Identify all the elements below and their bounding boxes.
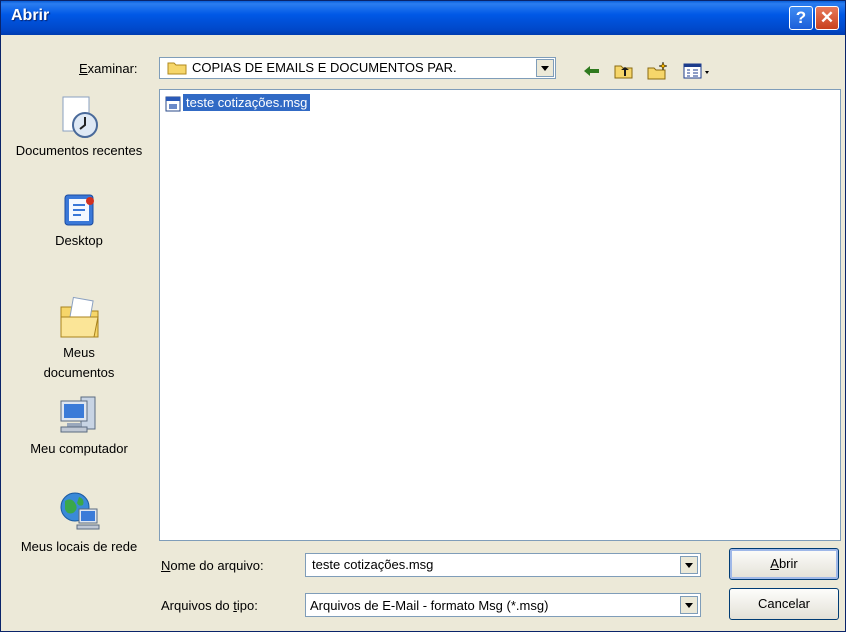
- title-bar[interactable]: Abrir ? ✕: [1, 1, 845, 35]
- close-button[interactable]: ✕: [815, 6, 839, 30]
- lookin-value: COPIAS DE EMAILS E DOCUMENTOS PAR.: [192, 60, 457, 75]
- window-title: Abrir: [11, 7, 50, 24]
- msg-file-icon: [165, 96, 181, 112]
- desktop-icon: [64, 194, 94, 226]
- help-button[interactable]: ?: [789, 6, 813, 30]
- filetype-value: Arquivos de E-Mail - formato Msg (*.msg): [310, 598, 549, 613]
- network-places-icon: [60, 492, 100, 530]
- place-label: Meus documentos: [43, 345, 115, 380]
- place-recent-documents[interactable]: Documentos recentes: [11, 93, 147, 161]
- create-new-folder-icon[interactable]: [646, 61, 668, 81]
- my-documents-icon: [60, 296, 99, 338]
- filetype-combo[interactable]: Arquivos de E-Mail - formato Msg (*.msg): [305, 593, 701, 617]
- up-one-level-icon[interactable]: [613, 61, 635, 81]
- place-my-computer[interactable]: Meu computador: [11, 393, 147, 459]
- place-label: Documentos recentes: [15, 143, 143, 158]
- lookin-dropdown-button[interactable]: [536, 59, 554, 77]
- place-desktop[interactable]: Desktop: [11, 191, 147, 251]
- open-dialog: Abrir ? ✕ Examinar: COPIAS DE EMAILS E D…: [0, 0, 846, 632]
- lookin-label: Examinar:: [79, 61, 138, 76]
- place-label: Meu computador: [30, 441, 128, 456]
- file-name: teste cotizações.msg: [181, 93, 312, 112]
- folder-icon: [167, 62, 187, 75]
- place-label: Meus locais de rede: [20, 539, 138, 554]
- my-computer-icon: [60, 396, 96, 433]
- filename-input[interactable]: [310, 556, 674, 573]
- filetype-label: Arquivos do tipo:: [161, 598, 258, 613]
- filename-label: Nome do arquivo:: [161, 558, 264, 573]
- file-list[interactable]: teste cotizações.msg: [159, 89, 841, 541]
- lookin-combo[interactable]: COPIAS DE EMAILS E DOCUMENTOS PAR.: [159, 57, 556, 79]
- filetype-dropdown-button[interactable]: [680, 596, 698, 614]
- place-network-places[interactable]: Meus locais de rede: [11, 485, 147, 557]
- back-arrow-icon[interactable]: [581, 61, 603, 81]
- open-button[interactable]: Abrir: [729, 548, 839, 580]
- recent-documents-icon: [62, 96, 98, 138]
- place-my-documents[interactable]: Meus documentos: [11, 293, 147, 383]
- place-label: Desktop: [55, 233, 103, 248]
- filename-combo[interactable]: [305, 553, 701, 577]
- view-menu-icon[interactable]: [683, 61, 713, 81]
- filename-dropdown-button[interactable]: [680, 556, 698, 574]
- cancel-button[interactable]: Cancelar: [729, 588, 839, 620]
